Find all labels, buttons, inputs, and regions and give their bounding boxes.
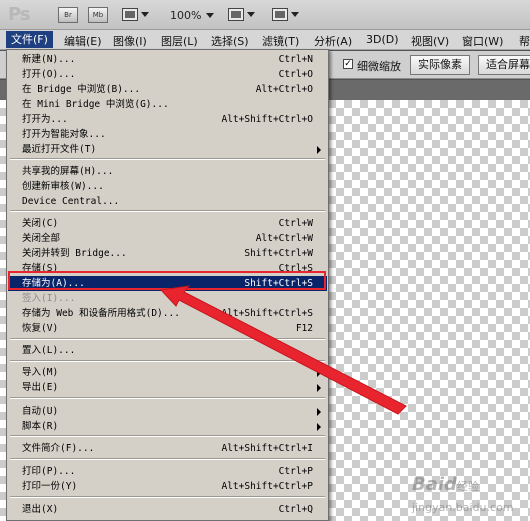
annotation-arrow-icon [159,285,407,415]
